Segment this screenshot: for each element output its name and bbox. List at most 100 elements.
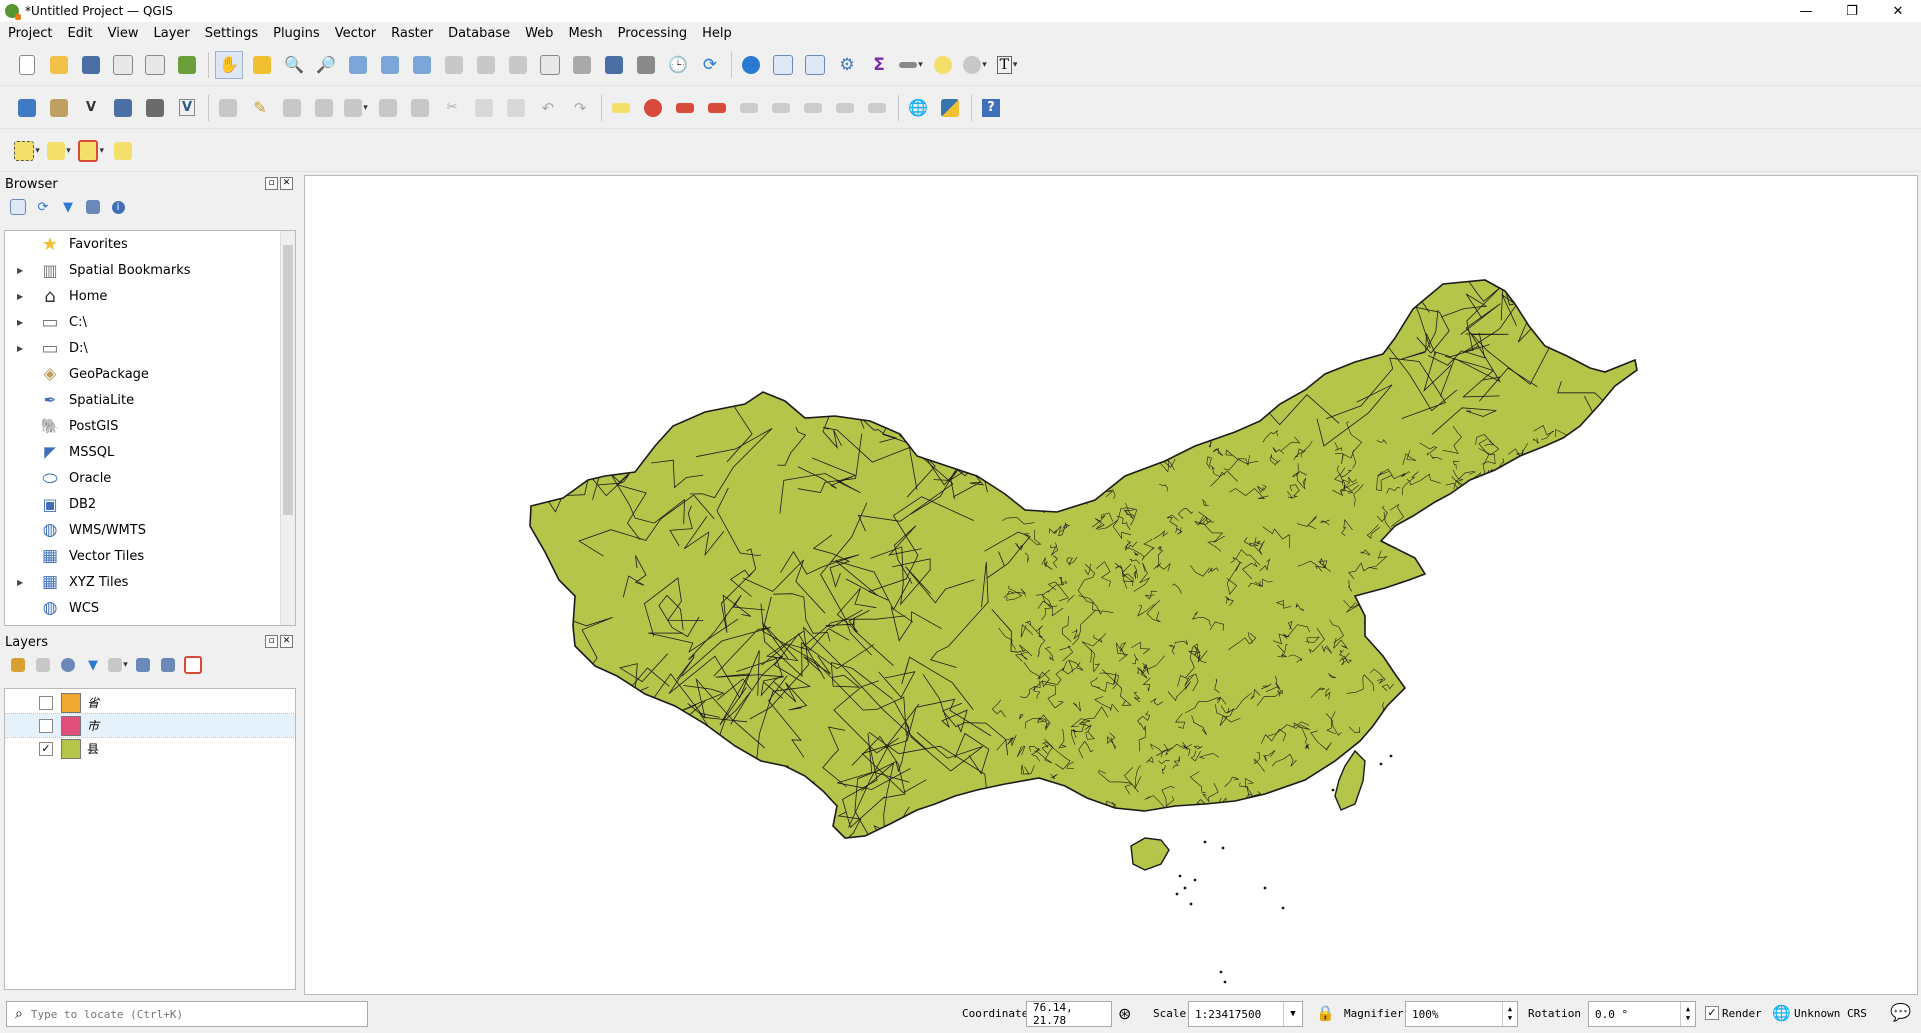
- cut-features-button[interactable]: ✂: [439, 95, 465, 121]
- browser-float-button[interactable]: ▫: [265, 177, 278, 190]
- expand-arrow-icon[interactable]: ▶: [17, 266, 23, 275]
- browser-item[interactable]: ⬭ Oracle: [5, 465, 295, 491]
- zoom-full-button[interactable]: [345, 52, 371, 78]
- zoom-native-button[interactable]: [441, 52, 467, 78]
- new-bookmark-button[interactable]: [601, 52, 627, 78]
- layers-tree[interactable]: 省市 ✓ 县: [4, 688, 296, 990]
- menu-mesh[interactable]: Mesh: [568, 26, 602, 41]
- menu-settings[interactable]: Settings: [205, 26, 258, 41]
- browser-collapse-button[interactable]: [83, 197, 103, 217]
- locator-input[interactable]: [28, 1006, 353, 1022]
- show-bookmarks-button[interactable]: [633, 52, 659, 78]
- layer-visibility-checkbox[interactable]: [39, 695, 53, 710]
- crs-label[interactable]: Unknown CRS: [1794, 1007, 1867, 1020]
- browser-refresh-button[interactable]: ⟳: [33, 197, 53, 217]
- layer-symbol-swatch[interactable]: [61, 715, 81, 736]
- browser-item[interactable]: ★ Favorites: [5, 231, 295, 257]
- menu-view[interactable]: View: [108, 26, 139, 41]
- vertex-tool-button[interactable]: [343, 95, 369, 121]
- render-checkbox[interactable]: ✓: [1705, 1006, 1719, 1020]
- browser-item[interactable]: ◍ WMS/WMTS: [5, 517, 295, 543]
- browser-item[interactable]: ▣ DB2: [5, 491, 295, 517]
- redo-button[interactable]: ↷: [567, 95, 593, 121]
- copy-features-button[interactable]: [471, 95, 497, 121]
- menu-help[interactable]: Help: [702, 26, 732, 41]
- browser-item[interactable]: ◈ GeoPackage: [5, 361, 295, 387]
- layer-item[interactable]: 省: [5, 691, 295, 714]
- save-edits-button[interactable]: [279, 95, 305, 121]
- style-manager-button[interactable]: [174, 52, 200, 78]
- browser-filter-button[interactable]: ▼: [58, 197, 78, 217]
- browser-properties-button[interactable]: i: [108, 197, 128, 217]
- move-label-button[interactable]: [768, 95, 794, 121]
- pan-map-button[interactable]: ✋: [215, 50, 243, 79]
- browser-item[interactable]: ◍ WCS: [5, 595, 295, 621]
- scale-field[interactable]: 1:23417500 ▼: [1188, 1001, 1303, 1027]
- select-by-value-button[interactable]: [46, 138, 72, 164]
- expand-arrow-icon[interactable]: ▶: [17, 578, 23, 587]
- new-temporary-layer-button[interactable]: [142, 95, 168, 121]
- new-3d-view-button[interactable]: [569, 52, 595, 78]
- browser-item[interactable]: ▦ Vector Tiles: [5, 543, 295, 569]
- decorations-button[interactable]: [962, 52, 988, 78]
- layer-labeling-button[interactable]: [608, 95, 634, 121]
- filter-legend-button[interactable]: ▼: [83, 655, 103, 675]
- refresh-button[interactable]: ⟳: [697, 52, 723, 78]
- expand-arrow-icon[interactable]: ▶: [17, 344, 23, 353]
- lock-scale-icon[interactable]: 🔒: [1316, 1004, 1335, 1022]
- measure-button[interactable]: [898, 52, 924, 78]
- minimize-button[interactable]: —: [1783, 0, 1829, 22]
- expand-arrow-icon[interactable]: ▶: [17, 318, 23, 327]
- browser-item[interactable]: ▶ ▭ D:\: [5, 335, 295, 361]
- collapse-all-button[interactable]: [158, 655, 178, 675]
- layer-visibility-checkbox[interactable]: ✓: [39, 741, 53, 756]
- show-hide-labels-button[interactable]: [736, 95, 762, 121]
- change-label-button[interactable]: [832, 95, 858, 121]
- menu-processing[interactable]: Processing: [618, 26, 687, 41]
- attribute-table-button[interactable]: [770, 52, 796, 78]
- browser-item[interactable]: ◤ MSSQL: [5, 439, 295, 465]
- crs-globe-icon[interactable]: 🌐: [1772, 1004, 1791, 1022]
- layout-manager-button[interactable]: [142, 52, 168, 78]
- unpin-label-button[interactable]: [864, 95, 890, 121]
- browser-item[interactable]: ▶ ▥ Spatial Bookmarks: [5, 257, 295, 283]
- layer-styling-button[interactable]: [8, 655, 28, 675]
- browser-scrollbar[interactable]: [280, 231, 295, 625]
- menu-raster[interactable]: Raster: [391, 26, 433, 41]
- menu-plugins[interactable]: Plugins: [273, 26, 320, 41]
- save-project-button[interactable]: [78, 52, 104, 78]
- rotation-field[interactable]: 0.0 ° ▲ ▼: [1588, 1001, 1696, 1027]
- zoom-in-button[interactable]: 🔍: [281, 52, 307, 78]
- metasearch-button[interactable]: 🌐: [905, 95, 931, 121]
- identify-features-button[interactable]: [738, 52, 764, 78]
- layer-visibility-checkbox[interactable]: [39, 718, 53, 733]
- remove-layer-button[interactable]: [183, 655, 203, 675]
- undo-button[interactable]: ↶: [535, 95, 561, 121]
- python-console-button[interactable]: [937, 95, 963, 121]
- modify-attributes-button[interactable]: [375, 95, 401, 121]
- browser-item[interactable]: ▶ ⌂ Home: [5, 283, 295, 309]
- rotate-label-button[interactable]: [800, 95, 826, 121]
- paste-features-button[interactable]: [503, 95, 529, 121]
- layers-float-button[interactable]: ▫: [265, 635, 278, 648]
- zoom-to-selection-button[interactable]: [377, 52, 403, 78]
- new-shapefile-layer-button[interactable]: V: [78, 95, 104, 121]
- new-geopackage-layer-button[interactable]: [46, 95, 72, 121]
- coordinate-field[interactable]: 76.14, 21.78: [1026, 1001, 1112, 1027]
- toggle-extents-icon[interactable]: ⊛: [1118, 1004, 1131, 1023]
- map-tips-button[interactable]: [930, 52, 956, 78]
- zoom-next-button[interactable]: [505, 52, 531, 78]
- close-button[interactable]: ✕: [1875, 0, 1921, 22]
- toggle-editing-button[interactable]: ✎: [247, 95, 273, 121]
- browser-item[interactable]: ▶ ▦ XYZ Tiles: [5, 569, 295, 595]
- help-button[interactable]: ?: [978, 95, 1004, 121]
- new-map-view-button[interactable]: [537, 52, 563, 78]
- messages-icon[interactable]: 💬: [1890, 1003, 1911, 1023]
- menu-project[interactable]: Project: [8, 26, 52, 41]
- layer-item[interactable]: ✓ 县: [5, 737, 295, 760]
- field-calculator-button[interactable]: [802, 52, 828, 78]
- browser-item[interactable]: ✒ SpatiaLite: [5, 387, 295, 413]
- delete-selected-button[interactable]: [407, 95, 433, 121]
- processing-toolbox-button[interactable]: ⚙: [834, 52, 860, 78]
- layer-item[interactable]: 市: [5, 713, 295, 738]
